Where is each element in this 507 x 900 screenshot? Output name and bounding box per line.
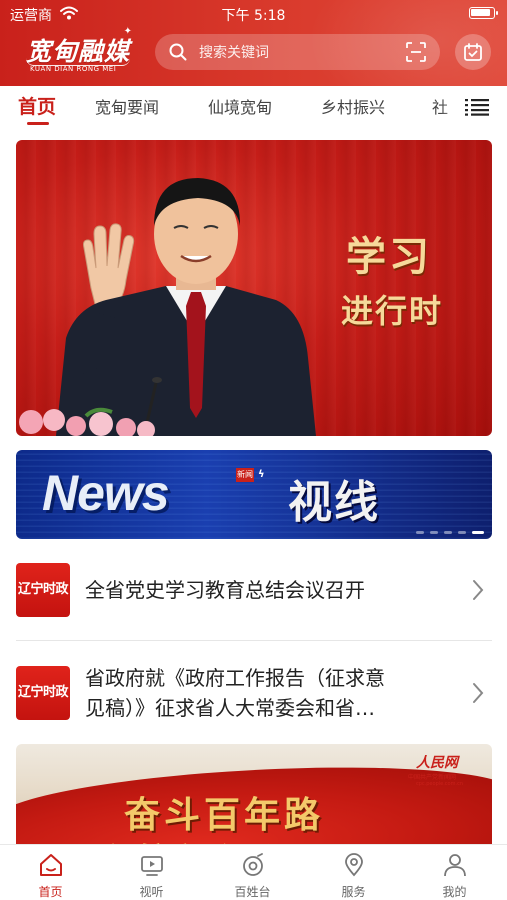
tv-icon — [141, 856, 163, 876]
portrait-illustration — [56, 178, 316, 436]
tab-home[interactable]: 首页 — [18, 92, 56, 119]
news-banner-title: 视线 — [288, 477, 380, 528]
bottom-tab-bar: 首页 视听 百姓台 服务 我的 — [0, 844, 507, 900]
lightning-icon: ϟ — [258, 469, 265, 480]
news-word: News — [42, 465, 170, 521]
hero-title-line2: 进行时 — [341, 292, 444, 330]
source-badge: 辽宁时政 — [16, 563, 70, 617]
home-icon — [40, 854, 62, 876]
carousel-dot[interactable] — [416, 531, 424, 534]
banner-headline: 奋斗百年路 — [124, 794, 325, 836]
tabbar-community[interactable]: 百姓台 — [202, 845, 303, 900]
tab-rural-revitalization[interactable]: 乡村振兴 — [321, 94, 385, 118]
tabbar-services[interactable]: 服务 — [303, 845, 404, 900]
channel-menu-icon[interactable] — [465, 98, 489, 116]
peoples-daily-logo: 人民网 — [416, 755, 458, 771]
tabbar-profile[interactable]: 我的 — [404, 845, 505, 900]
flowers-decoration — [19, 407, 155, 436]
active-tab-indicator — [27, 122, 49, 125]
centennial-banner[interactable]: 人民网 中国共产党新闻网 cpc.people.com.cn 奋斗百年路 启航新… — [16, 744, 492, 844]
scan-icon[interactable] — [406, 42, 426, 62]
app-header: 运营商 下午 5:18 宽甸融媒 ✦ KUAN DIAN RONG MEI 搜索… — [0, 0, 507, 86]
user-icon — [444, 854, 466, 877]
sparkle-icon: ✦ — [123, 26, 132, 37]
brand-url: cpc.people.com.cn — [416, 781, 463, 787]
hero-title-line1: 学习 — [346, 233, 432, 280]
news-title: 全省党史学习教育总结会议召开 — [85, 578, 365, 602]
tabbar-label: 百姓台 — [234, 885, 271, 899]
clock: 下午 5:18 — [221, 8, 286, 24]
hero-banner[interactable]: 学习 进行时 — [16, 140, 492, 436]
news-list-item[interactable]: 辽宁时政 省政府就《政府工作报告（征求意 见稿）》征求省人大常委会和省… — [0, 650, 507, 730]
brand-subtitle: 中国共产党新闻网 — [408, 774, 457, 781]
tabbar-label: 首页 — [38, 885, 63, 899]
news-vision-banner[interactable]: News 新闻 ϟ 视线 — [16, 450, 492, 539]
news-title-line2: 见稿）》征求省人大常委会和省… — [85, 696, 375, 720]
logo-subtitle: KUAN DIAN RONG MEI — [30, 65, 117, 73]
channel-tabs: 首页 宽甸要闻 仙境宽甸 乡村振兴 社 — [0, 86, 507, 128]
search-placeholder: 搜索关键词 — [199, 45, 269, 61]
chevron-right-icon — [473, 683, 484, 703]
calendar-button[interactable] — [455, 34, 491, 70]
carousel-dot[interactable] — [458, 531, 466, 534]
tabbar-label: 视听 — [139, 885, 164, 899]
carousel-dot[interactable] — [444, 531, 452, 534]
news-title-line1: 省政府就《政府工作报告（征求意 — [85, 666, 385, 690]
list-divider — [16, 640, 492, 641]
location-icon — [345, 853, 363, 877]
tab-wonderland-kuandian[interactable]: 仙境宽甸 — [208, 94, 272, 118]
tabbar-label: 服务 — [341, 885, 366, 899]
search-icon — [169, 43, 187, 61]
chevron-right-icon — [473, 580, 484, 600]
tab-kuandian-news[interactable]: 宽甸要闻 — [95, 94, 159, 118]
app-logo[interactable]: 宽甸融媒 ✦ KUAN DIAN RONG MEI — [26, 26, 134, 78]
banner-headline-line2: 启航新征程 — [96, 834, 296, 844]
tabbar-home[interactable]: 首页 — [0, 845, 101, 900]
search-input[interactable]: 搜索关键词 — [155, 34, 440, 70]
carousel-dot-active[interactable] — [472, 531, 484, 534]
tabbar-media[interactable]: 视听 — [101, 845, 202, 900]
news-emblem: 新闻 — [236, 468, 254, 482]
source-badge: 辽宁时政 — [16, 666, 70, 720]
camera-icon — [243, 853, 263, 876]
battery-icon — [469, 7, 498, 19]
tabbar-label: 我的 — [442, 885, 467, 899]
news-list-item[interactable]: 辽宁时政 全省党史学习教育总结会议召开 — [0, 550, 507, 630]
calendar-check-icon — [464, 43, 482, 61]
status-bar: 运营商 下午 5:18 — [0, 0, 507, 28]
carousel-dot[interactable] — [430, 531, 438, 534]
